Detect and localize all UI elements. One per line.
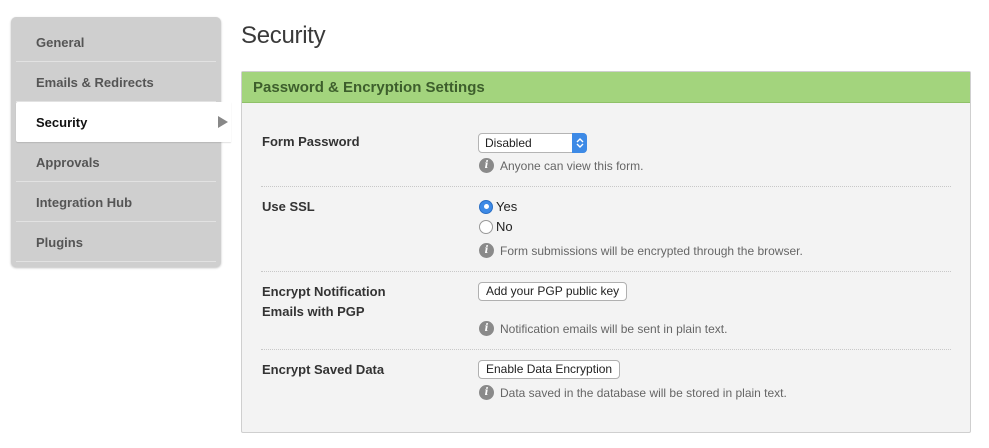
encrypt-saved-data-help: i Data saved in the database will be sto… [479, 385, 787, 400]
info-icon: i [479, 243, 494, 258]
encrypt-notification-help: i Notification emails will be sent in pl… [479, 321, 727, 336]
sidebar-item-label: General [36, 34, 85, 50]
ssl-no-option[interactable]: No [479, 219, 513, 234]
help-text: Anyone can view this form. [500, 158, 644, 173]
encrypt-saved-data-label: Encrypt Saved Data [262, 362, 385, 377]
encrypt-notification-label: Encrypt Notification Emails with PGP [262, 282, 386, 322]
info-icon: i [479, 321, 494, 336]
form-password-label: Form Password [262, 134, 360, 149]
chevron-up-down-icon [572, 133, 587, 153]
triangle-right-icon [218, 116, 228, 128]
form-password-select[interactable]: Disabled [478, 133, 587, 153]
chevron-up-down-icon [576, 138, 583, 148]
ssl-yes-radio[interactable] [479, 199, 493, 214]
sidebar-item-label: Plugins [36, 234, 83, 250]
sidebar-item-general[interactable]: General [11, 22, 221, 62]
enable-data-encryption-button[interactable]: Enable Data Encryption [478, 360, 621, 379]
sidebar-item-label: Security [36, 114, 88, 130]
sidebar-item-integration-hub[interactable]: Integration Hub [11, 182, 221, 222]
sidebar-item-label: Approvals [36, 154, 100, 170]
help-text: Data saved in the database will be store… [500, 385, 787, 400]
sidebar-divider [16, 261, 216, 262]
sidebar-item-label: Integration Hub [36, 194, 133, 210]
ssl-no-radio[interactable] [479, 219, 493, 234]
row-divider [261, 349, 951, 350]
select-value: Disabled [485, 136, 532, 150]
sidebar-item-security[interactable]: Security [16, 102, 231, 142]
row-divider [261, 186, 951, 187]
info-icon: i [479, 158, 494, 173]
password-encryption-panel: Password & Encryption Settings Form Pass… [241, 71, 971, 433]
radio-label: Yes [496, 199, 518, 214]
info-icon: i [479, 385, 494, 400]
sidebar-item-label: Emails & Redirects [36, 74, 154, 90]
add-pgp-key-button[interactable]: Add your PGP public key [478, 282, 628, 301]
sidebar-item-emails-redirects[interactable]: Emails & Redirects [11, 62, 221, 102]
label-line: Encrypt Notification [262, 284, 386, 299]
ssl-yes-option[interactable]: Yes [479, 199, 517, 214]
help-text: Notification emails will be sent in plai… [500, 321, 728, 336]
help-text: Form submissions will be encrypted throu… [500, 243, 803, 258]
label-line: Emails with PGP [262, 304, 365, 319]
radio-label: No [496, 219, 513, 234]
panel-header: Password & Encryption Settings [242, 72, 970, 103]
settings-sidebar: General Emails & Redirects Security Appr… [11, 17, 231, 267]
use-ssl-help: i Form submissions will be encrypted thr… [479, 243, 803, 258]
form-password-help: i Anyone can view this form. [479, 158, 643, 173]
row-divider [261, 271, 951, 272]
page-title: Security [241, 22, 326, 49]
sidebar-item-approvals[interactable]: Approvals [11, 142, 221, 182]
sidebar-item-plugins[interactable]: Plugins [11, 222, 221, 262]
use-ssl-label: Use SSL [262, 199, 315, 214]
